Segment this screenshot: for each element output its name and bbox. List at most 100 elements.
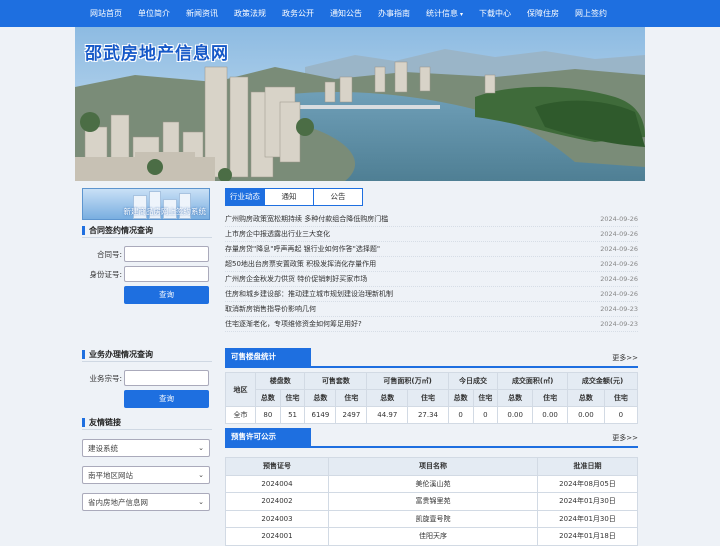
business-query-button[interactable]: 查询 bbox=[124, 390, 209, 408]
section-marker bbox=[82, 350, 85, 359]
table-cell: 凯旋壹号院 bbox=[328, 509, 538, 528]
sub-header: 住宅 bbox=[472, 389, 499, 407]
nav-notice[interactable]: 通知公告 bbox=[322, 0, 370, 28]
news-date: 2024-09-26 bbox=[600, 260, 638, 268]
table-row: 全市 80 51 6149 2497 44.97 27.34 0 0 0.00 … bbox=[225, 406, 639, 424]
nav-stats[interactable]: 统计信息 ▾ bbox=[418, 0, 471, 28]
sub-header: 住宅 bbox=[532, 389, 569, 407]
stats-title: 可售楼盘统计 bbox=[225, 348, 311, 366]
table-cell: 0 bbox=[603, 406, 639, 424]
stats-more-link[interactable]: 更多>> bbox=[612, 353, 638, 366]
news-item[interactable]: 广州购房政策宽松期持续 多种付款组合降低购房门槛 2024-09-26 bbox=[225, 212, 638, 227]
id-number-row: 身份证号: bbox=[82, 266, 212, 282]
section-marker bbox=[82, 226, 85, 235]
presale-header-row: 预售证号 项目名称 批准日期 bbox=[225, 457, 638, 476]
area-header: 地区 bbox=[225, 372, 256, 407]
online-sign-promo-banner[interactable]: 新建商品房网上签约系统 bbox=[82, 188, 210, 220]
news-item[interactable]: 上市房企中报透露出行业三大变化 2024-09-26 bbox=[225, 227, 638, 242]
table-cell: 2024年01月30日 bbox=[537, 492, 638, 511]
table-cell: 2024002 bbox=[225, 492, 329, 511]
table-cell: 2497 bbox=[335, 406, 368, 424]
section-marker bbox=[82, 418, 85, 427]
column-header: 批准日期 bbox=[537, 457, 638, 476]
news-date: 2024-09-26 bbox=[600, 275, 638, 283]
news-item[interactable]: 超50地出台房票安置政策 积极发挥消化存量作用 2024-09-26 bbox=[225, 257, 638, 272]
stats-panel-header: 可售楼盘统计 更多>> bbox=[225, 348, 638, 368]
news-title: 广州购房政策宽松期持续 多种付款组合降低购房门槛 bbox=[225, 215, 389, 223]
stats-subheader-row: 总数 住宅 总数 住宅 总数 住宅 总数 住宅 总数 住宅 总数 住宅 bbox=[226, 389, 639, 407]
sub-header: 总数 bbox=[567, 389, 605, 407]
nav-policy[interactable]: 政策法规 bbox=[226, 0, 274, 28]
business-number-label: 业务宗号: bbox=[89, 373, 122, 383]
business-query-title: 业务办理情况查询 bbox=[89, 350, 153, 359]
nav-public[interactable]: 政务公开 bbox=[274, 0, 322, 28]
nav-news[interactable]: 新闻资讯 bbox=[178, 0, 226, 28]
nav-download[interactable]: 下载中心 bbox=[471, 0, 519, 28]
promo-text: 新建商品房网上签约系统 bbox=[123, 207, 207, 216]
table-cell: 2024003 bbox=[225, 509, 329, 528]
banner: 邵武房地产信息网 bbox=[75, 27, 645, 181]
news-date: 2024-09-26 bbox=[600, 230, 638, 238]
group-header: 成交金额(元) bbox=[567, 372, 638, 390]
presale-more-link[interactable]: 更多>> bbox=[612, 433, 638, 446]
news-title: 住宅逐渐老化，专项维修资金如何筹足用好? bbox=[225, 320, 362, 328]
news-date: 2024-09-23 bbox=[600, 305, 638, 313]
links-header: 友情链接 bbox=[82, 416, 212, 430]
table-cell: 51 bbox=[279, 406, 306, 424]
sub-header: 住宅 bbox=[603, 389, 639, 407]
contract-number-label: 合同号: bbox=[96, 249, 122, 259]
news-title: 广州房企金秋发力供货 特价促销刺好买家市场 bbox=[225, 275, 368, 283]
nav-about[interactable]: 单位简介 bbox=[130, 0, 178, 28]
tab-industry[interactable]: 行业动态 bbox=[225, 188, 265, 206]
table-cell: 2024年01月30日 bbox=[537, 509, 638, 528]
table-cell: 0.00 bbox=[567, 406, 605, 424]
table-cell: 全市 bbox=[225, 406, 256, 424]
table-cell: 2024001 bbox=[225, 527, 329, 546]
nav-housing[interactable]: 保障住房 bbox=[519, 0, 567, 28]
group-header: 楼盘数 bbox=[254, 372, 306, 390]
table-cell: 2024004 bbox=[225, 474, 329, 493]
sub-header: 住宅 bbox=[279, 389, 306, 407]
business-number-input[interactable] bbox=[124, 370, 209, 386]
news-list: 广州购房政策宽松期持续 多种付款组合降低购房门槛 2024-09-26 上市房企中… bbox=[225, 212, 638, 332]
sub-header: 总数 bbox=[255, 389, 281, 407]
table-cell: 0 bbox=[472, 406, 499, 424]
business-number-row: 业务宗号: bbox=[82, 370, 212, 386]
table-row[interactable]: 2024004 美伦溪山苑 2024年08月05日 bbox=[225, 474, 638, 493]
links-select-nanping[interactable]: 南平地区网站 ⌄ bbox=[82, 466, 210, 484]
business-query-header: 业务办理情况查询 bbox=[82, 348, 212, 362]
select-value: 南平地区网站 bbox=[88, 470, 133, 480]
table-row[interactable]: 2024001 佳阳天序 2024年01月18日 bbox=[225, 527, 638, 546]
table-row[interactable]: 2024002 富贵锦里苑 2024年01月30日 bbox=[225, 492, 638, 511]
contract-number-input[interactable] bbox=[124, 246, 209, 262]
table-cell: 2024年08月05日 bbox=[537, 474, 638, 493]
select-value: 建设系统 bbox=[88, 443, 118, 453]
news-item[interactable]: 住房和城乡建设部：推动建立城市规划建设治理新机制 2024-09-26 bbox=[225, 287, 638, 302]
nav-guide[interactable]: 办事指南 bbox=[370, 0, 418, 28]
table-cell: 80 bbox=[255, 406, 281, 424]
news-date: 2024-09-23 bbox=[600, 320, 638, 328]
news-item[interactable]: 存量房贷"降息"呼声再起 银行业如何作答"选择题" 2024-09-26 bbox=[225, 242, 638, 257]
stats-header-row: 地区 楼盘数 可售套数 可售面积(万㎡) 今日成交 成交面积(㎡) 成交金额(元… bbox=[225, 372, 638, 407]
group-header: 今日成交 bbox=[447, 372, 499, 390]
tab-notice[interactable]: 通知 bbox=[264, 188, 314, 206]
links-select-province[interactable]: 省内房地产信息网 ⌄ bbox=[82, 493, 210, 511]
news-date: 2024-09-26 bbox=[600, 290, 638, 298]
chevron-down-icon: ▾ bbox=[460, 11, 464, 18]
news-item[interactable]: 取消新房销售指导价影响几何 2024-09-23 bbox=[225, 302, 638, 317]
table-cell: 27.34 bbox=[407, 406, 449, 424]
news-tabs: 行业动态 通知 公告 bbox=[225, 188, 638, 206]
nav-home[interactable]: 网站首页 bbox=[82, 0, 130, 28]
contract-query-button[interactable]: 查询 bbox=[124, 286, 209, 304]
id-number-input[interactable] bbox=[124, 266, 209, 282]
news-item[interactable]: 广州房企金秋发力供货 特价促销刺好买家市场 2024-09-26 bbox=[225, 272, 638, 287]
table-row[interactable]: 2024003 凯旋壹号院 2024年01月30日 bbox=[225, 509, 638, 528]
select-value: 省内房地产信息网 bbox=[88, 497, 148, 507]
nav-online-sign[interactable]: 网上签约 bbox=[567, 0, 615, 28]
news-title: 取消新房销售指导价影响几何 bbox=[225, 305, 316, 313]
news-date: 2024-09-26 bbox=[600, 215, 638, 223]
tab-announcement[interactable]: 公告 bbox=[313, 188, 363, 206]
news-item[interactable]: 住宅逐渐老化，专项维修资金如何筹足用好? 2024-09-23 bbox=[225, 317, 638, 332]
sub-header: 总数 bbox=[447, 389, 474, 407]
links-select-construction[interactable]: 建设系统 ⌄ bbox=[82, 439, 210, 457]
